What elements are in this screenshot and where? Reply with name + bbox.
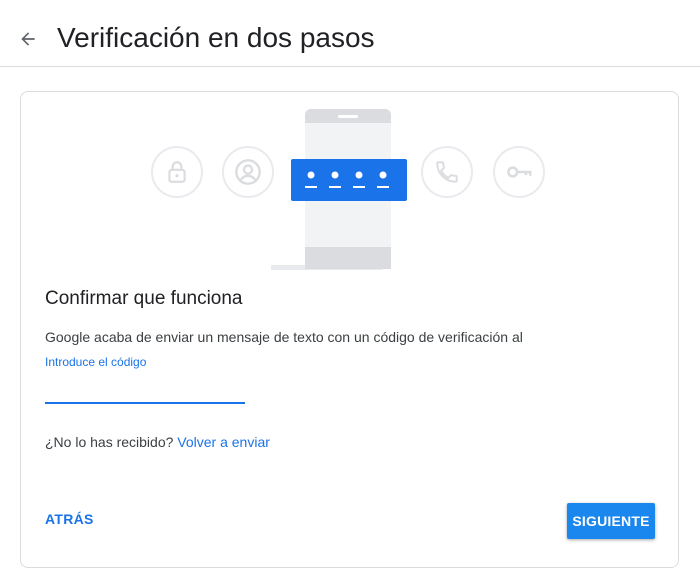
not-received-text: ¿No lo has recibido? xyxy=(45,434,174,450)
back-arrow-button[interactable] xyxy=(14,25,42,53)
top-bar: Verificación en dos pasos xyxy=(0,0,700,67)
page-title: Verificación en dos pasos xyxy=(57,22,375,53)
resend-row: ¿No lo has recibido? Volver a enviar xyxy=(45,432,270,452)
key-icon xyxy=(493,146,545,198)
next-button[interactable]: SIGUIENTE xyxy=(567,503,655,539)
verification-card: Confirmar que funciona Google acaba de e… xyxy=(20,91,679,568)
section-title: Confirmar que funciona xyxy=(45,288,243,309)
phone-with-code-icon xyxy=(271,109,407,270)
verification-illustration xyxy=(21,92,678,282)
arrow-back-icon xyxy=(21,32,35,46)
back-button[interactable]: ATRÁS xyxy=(45,511,94,527)
verification-code-input[interactable] xyxy=(45,372,245,404)
resend-link[interactable]: Volver a enviar xyxy=(177,434,270,450)
code-field-label: Introduce el código xyxy=(45,355,147,369)
phone-call-icon xyxy=(421,146,473,198)
lock-icon xyxy=(151,146,203,198)
sms-sent-description: Google acaba de enviar un mensaje de tex… xyxy=(45,329,523,345)
account-circle-icon xyxy=(222,146,274,198)
